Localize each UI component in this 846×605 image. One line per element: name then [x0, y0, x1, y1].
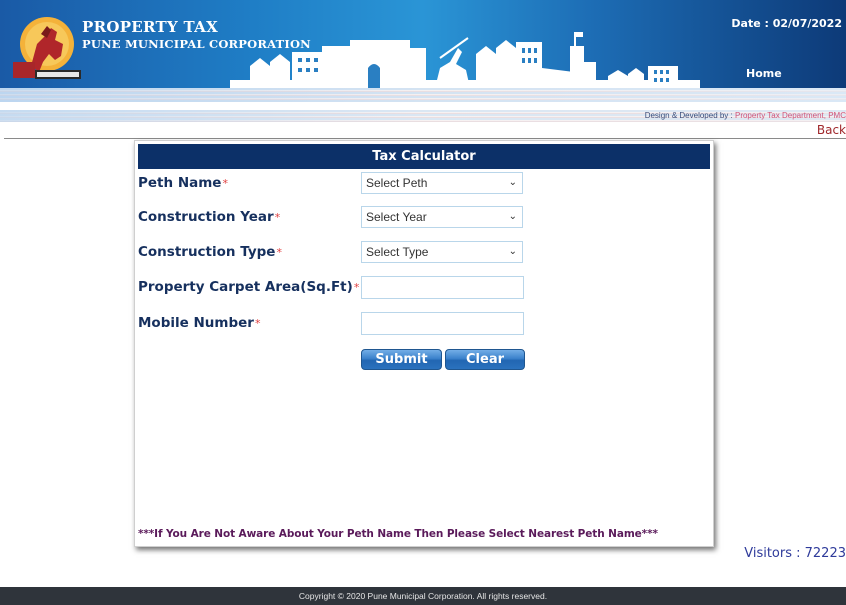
city-skyline-icon — [230, 32, 700, 88]
required-marker: * — [276, 246, 282, 259]
action-buttons: Submit Clear — [138, 349, 710, 373]
panel-title: Tax Calculator — [138, 144, 710, 169]
mobile-number-input[interactable] — [361, 312, 524, 335]
construction-type-select[interactable]: Select Type ⌄ — [361, 241, 523, 263]
peth-name-select[interactable]: Select Peth ⌄ — [361, 172, 523, 194]
chevron-down-icon: ⌄ — [508, 211, 517, 222]
field-label: Mobile Number* — [138, 315, 261, 331]
back-link[interactable]: Back — [817, 123, 846, 137]
field-row-carpet-area: Property Carpet Area(Sq.Ft)* — [138, 276, 710, 300]
clear-button[interactable]: Clear — [445, 349, 525, 370]
home-link[interactable]: Home — [746, 67, 782, 80]
carpet-area-input[interactable] — [361, 276, 524, 299]
required-marker: * — [274, 211, 281, 224]
field-row-construction-year: Construction Year* Select Year ⌄ — [138, 206, 710, 230]
tax-calculator-panel: Tax Calculator Peth Name* Select Peth ⌄ C… — [134, 140, 714, 547]
footer: Copyright © 2020 Pune Municipal Corporat… — [0, 587, 846, 605]
submit-button[interactable]: Submit — [361, 349, 442, 370]
copyright-text: Copyright © 2020 Pune Municipal Corporat… — [298, 591, 548, 601]
field-row-peth-name: Peth Name* Select Peth ⌄ — [138, 172, 710, 196]
developer-credit: Design & Developed by : Property Tax Dep… — [645, 111, 846, 120]
credit-prefix: Design & Developed by : — [644, 111, 735, 120]
chevron-down-icon: ⌄ — [508, 246, 517, 257]
back-row: Back — [4, 122, 846, 139]
construction-year-select[interactable]: Select Year ⌄ — [361, 206, 523, 228]
visitor-counter: Visitors : 72223 — [744, 546, 846, 561]
field-label: Property Carpet Area(Sq.Ft)* — [138, 279, 360, 295]
chevron-down-icon: ⌄ — [508, 177, 517, 188]
field-label: Construction Year* — [138, 209, 281, 225]
field-row-construction-type: Construction Type* Select Type ⌄ — [138, 241, 710, 265]
site-title: PROPERTY TAX — [82, 18, 219, 36]
field-row-mobile-number: Mobile Number* — [138, 312, 710, 336]
header-divider-fade — [0, 88, 846, 102]
pmc-logo-icon — [13, 17, 81, 79]
header-banner: PROPERTY TAX PUNE MUNICIPAL CORPORATION — [0, 0, 846, 88]
required-marker: * — [222, 177, 228, 190]
current-date: Date : 02/07/2022 — [731, 17, 842, 30]
field-label: Peth Name* — [138, 175, 228, 191]
required-marker: * — [254, 317, 261, 330]
field-label: Construction Type* — [138, 244, 282, 260]
credit-department: Property Tax Department, PMC — [734, 111, 846, 120]
required-marker: * — [353, 281, 360, 294]
peth-name-note: ***If You Are Not Aware About Your Peth … — [138, 528, 658, 540]
